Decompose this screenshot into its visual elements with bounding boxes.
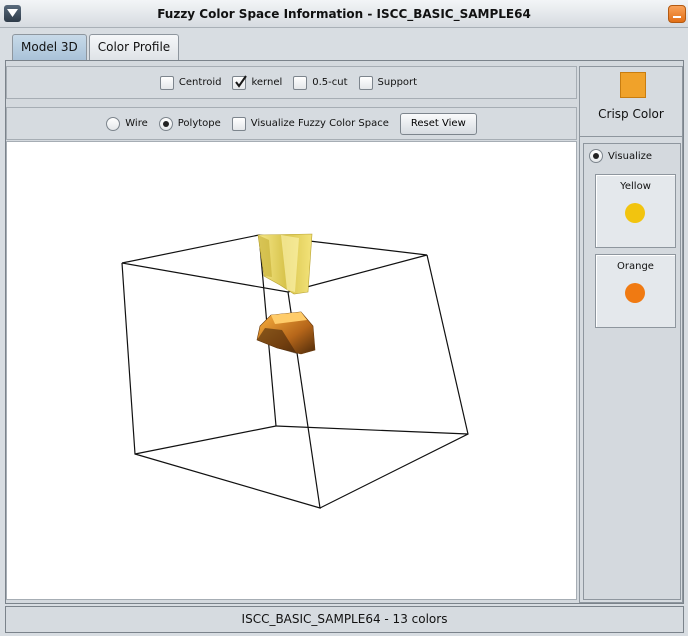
status-bar: ISCC_BASIC_SAMPLE64 - 13 colors <box>5 606 684 633</box>
polytope-label: Polytope <box>177 118 221 129</box>
tab-color-profile[interactable]: Color Profile <box>88 34 180 60</box>
visualize-label: Visualize <box>608 150 653 162</box>
centroid-checkbox[interactable] <box>159 75 174 90</box>
wire-label: Wire <box>125 118 148 129</box>
color-dot-yellow <box>625 203 645 223</box>
color-sidebar: Crisp Color Visualize Yellow Orange <box>579 66 683 603</box>
color-card-yellow[interactable]: Yellow <box>595 174 676 248</box>
crisp-color-box: Crisp Color <box>580 67 682 137</box>
orange-polytope <box>256 311 316 355</box>
color-dot-orange <box>625 283 645 303</box>
window-title: Fuzzy Color Space Information - ISCC_BAS… <box>157 7 531 21</box>
display-options-bar: Centroid kernel 0.5-cut Support <box>6 66 577 99</box>
model-3d-viewport[interactable] <box>6 141 577 600</box>
color-space-cube <box>121 233 469 509</box>
crisp-color-swatch <box>620 72 646 98</box>
visualize-radio[interactable] <box>589 149 603 163</box>
color-name-orange: Orange <box>617 261 654 272</box>
reset-view-button[interactable]: Reset View <box>399 112 477 135</box>
visualize-space-checkbox[interactable] <box>231 116 246 131</box>
title-bar: Fuzzy Color Space Information - ISCC_BAS… <box>0 0 688 28</box>
wire-radio[interactable] <box>106 116 121 131</box>
support-checkbox[interactable] <box>358 75 373 90</box>
crisp-color-label: Crisp Color <box>598 107 664 121</box>
tab-model-3d[interactable]: Model 3D <box>12 34 87 60</box>
visualize-option: Visualize <box>589 149 652 163</box>
render-options-bar: Wire Polytope Visualize Fuzzy Color Spac… <box>6 107 577 140</box>
visualize-space-label: Visualize Fuzzy Color Space <box>250 118 389 129</box>
support-label: Support <box>377 77 418 88</box>
cut-checkbox[interactable] <box>293 75 308 90</box>
color-card-orange[interactable]: Orange <box>595 254 676 328</box>
kernel-label: kernel <box>251 77 283 88</box>
visualize-panel: Visualize Yellow Orange <box>583 143 681 600</box>
polytope-radio[interactable] <box>158 116 173 131</box>
tab-strip: Model 3D Color Profile <box>12 34 181 60</box>
minimize-icon[interactable] <box>668 5 686 23</box>
yellow-polytope <box>257 233 313 295</box>
kernel-checkbox[interactable] <box>232 74 248 90</box>
centroid-label: Centroid <box>178 77 222 88</box>
color-name-yellow: Yellow <box>620 181 651 192</box>
cut-label: 0.5-cut <box>312 77 348 88</box>
